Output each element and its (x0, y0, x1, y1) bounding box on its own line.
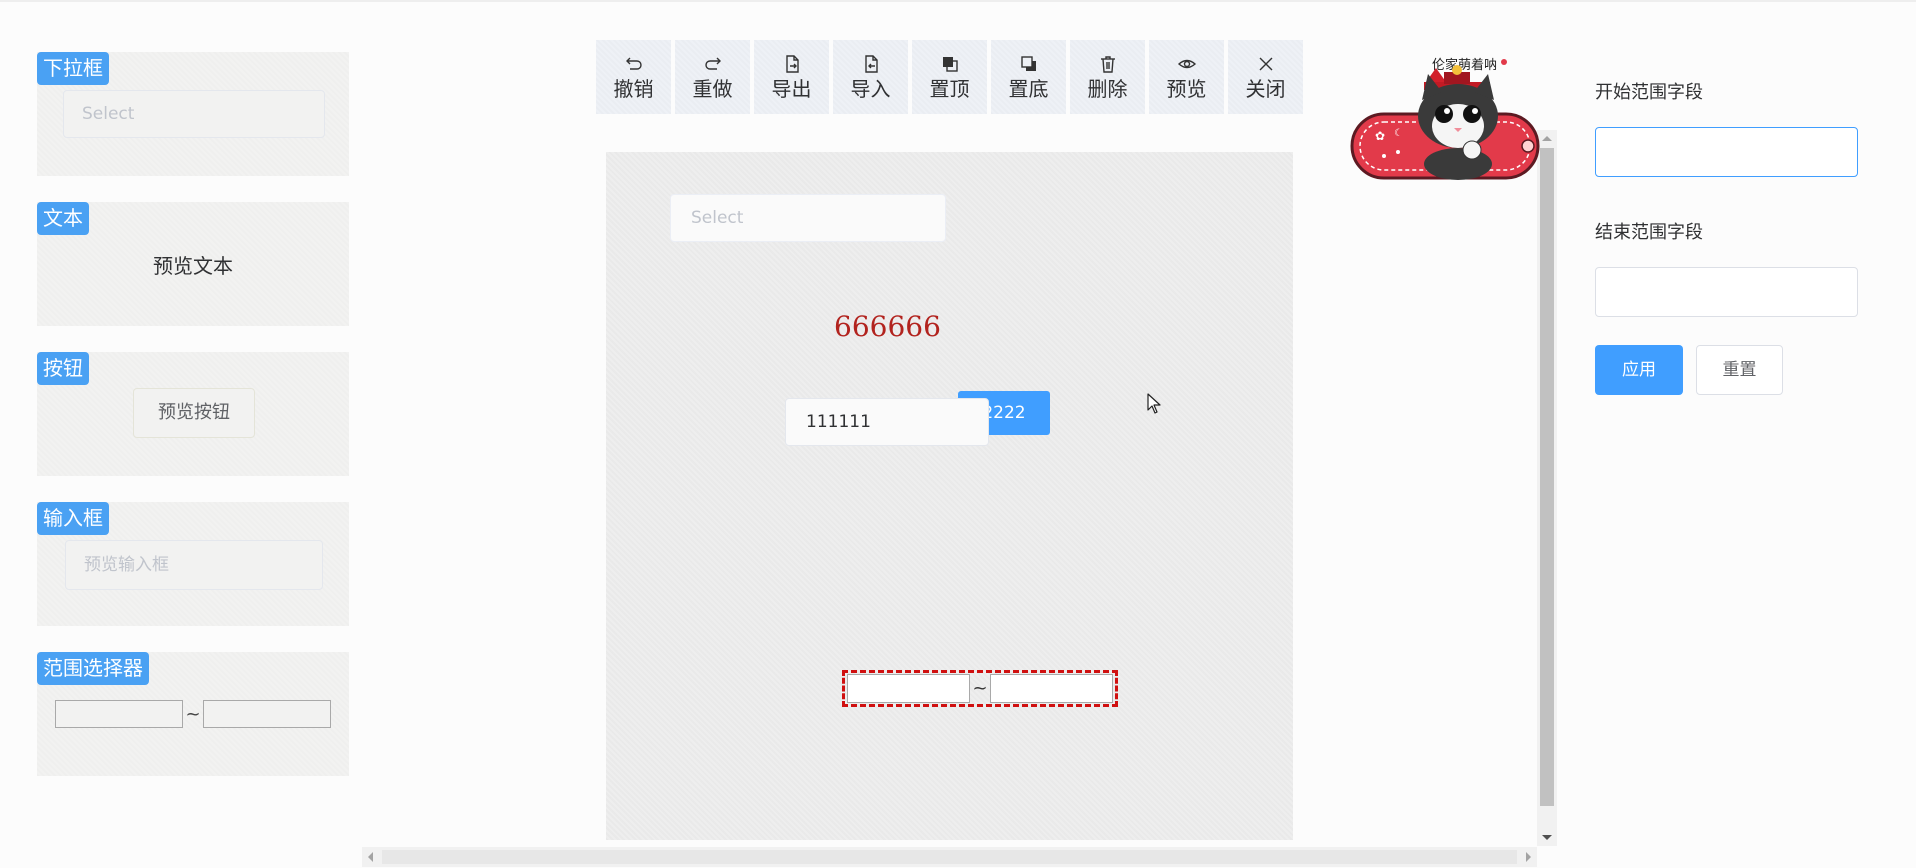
range-end-box (203, 700, 331, 728)
bring-to-front-button[interactable]: 置顶 (912, 40, 987, 114)
undo-label: 撤销 (613, 77, 654, 101)
scroll-down-arrow-icon[interactable] (1542, 835, 1552, 840)
import-icon (864, 55, 878, 73)
redo-button[interactable]: 重做 (675, 40, 750, 114)
close-label: 关闭 (1245, 77, 1286, 101)
delete-button[interactable]: 删除 (1070, 40, 1145, 114)
scroll-left-arrow-icon[interactable] (368, 852, 373, 862)
start-field-input[interactable] (1595, 127, 1858, 177)
palette-button-tag: 按钮 (37, 352, 89, 385)
export-button[interactable]: 导出 (754, 40, 829, 114)
palette-input-card[interactable]: 输入框 预览输入框 (37, 502, 349, 626)
canvas-input[interactable]: 111111 (785, 398, 989, 446)
editor-toolbar: 撤销 重做 导出 导入 置顶 置底 删除 预览 关闭 (596, 40, 1303, 114)
redo-icon (704, 57, 721, 70)
range-start-box (55, 700, 183, 728)
palette-text-tag: 文本 (37, 202, 89, 235)
mouse-cursor-icon (1147, 393, 1161, 414)
palette-text-preview: 预览文本 (153, 254, 233, 278)
close-button[interactable]: 关闭 (1228, 40, 1303, 114)
horizontal-scroll-thumb[interactable] (382, 850, 1517, 864)
import-button[interactable]: 导入 (833, 40, 908, 114)
delete-label: 删除 (1087, 77, 1128, 101)
svg-text:✿: ✿ (1375, 129, 1385, 143)
import-label: 导入 (850, 77, 891, 101)
palette-select-tag: 下拉框 (37, 52, 109, 85)
palette-select-preview: Select (63, 90, 325, 138)
vertical-scrollbar[interactable] (1537, 130, 1557, 846)
canvas-range-separator: ~ (972, 678, 988, 699)
palette-text-card[interactable]: 文本 预览文本 (37, 202, 349, 326)
palette-select-card[interactable]: 下拉框 Select (37, 52, 349, 176)
apply-button[interactable]: 应用 (1595, 345, 1683, 395)
design-canvas[interactable]: Select 666666 2222 111111 ~ (606, 152, 1293, 840)
scroll-right-arrow-icon[interactable] (1526, 852, 1531, 862)
palette-range-card[interactable]: 范围选择器 ~ (37, 652, 349, 776)
horizontal-scrollbar[interactable] (362, 847, 1537, 867)
bring-to-front-label: 置顶 (929, 77, 970, 101)
bring-to-front-icon (942, 57, 958, 72)
end-field-label: 结束范围字段 (1595, 222, 1703, 243)
preview-button[interactable]: 预览 (1149, 40, 1224, 114)
palette-range-tag: 范围选择器 (37, 652, 149, 685)
palette-button-preview: 预览按钮 (133, 388, 255, 438)
vertical-scroll-thumb[interactable] (1540, 148, 1554, 806)
palette-range-preview: ~ (55, 700, 331, 728)
palette-input-preview: 预览输入框 (65, 540, 323, 590)
palette-input-tag: 输入框 (37, 502, 109, 535)
canvas-text[interactable]: 666666 (834, 310, 941, 343)
canvas-select[interactable]: Select (670, 194, 946, 242)
undo-button[interactable]: 撤销 (596, 40, 671, 114)
reset-button[interactable]: 重置 (1696, 345, 1783, 395)
range-separator: ~ (185, 703, 201, 725)
end-field-input[interactable] (1595, 267, 1858, 317)
preview-label: 预览 (1166, 77, 1207, 101)
eye-icon (1177, 59, 1196, 69)
mascot-caption: 伦家萌着呐 (1432, 57, 1497, 73)
redo-label: 重做 (692, 77, 733, 101)
send-to-back-label: 置底 (1008, 77, 1049, 101)
svg-text:☾: ☾ (1394, 128, 1403, 139)
canvas-range-start[interactable] (847, 674, 971, 703)
start-field-label: 开始范围字段 (1595, 82, 1703, 103)
send-to-back-icon (1020, 56, 1036, 71)
undo-icon (625, 57, 642, 70)
export-icon (785, 55, 799, 73)
trash-icon (1100, 56, 1115, 73)
top-divider (0, 0, 1916, 2)
close-icon (1259, 57, 1272, 71)
export-label: 导出 (771, 77, 812, 101)
canvas-range-picker-selected[interactable]: ~ (842, 670, 1118, 707)
send-to-back-button[interactable]: 置底 (991, 40, 1066, 114)
canvas-range-end[interactable] (989, 674, 1113, 703)
palette-button-card[interactable]: 按钮 预览按钮 (37, 352, 349, 476)
cat-mascot-icon[interactable]: 伦家萌着呐 ✿ ☾ (1348, 52, 1544, 188)
